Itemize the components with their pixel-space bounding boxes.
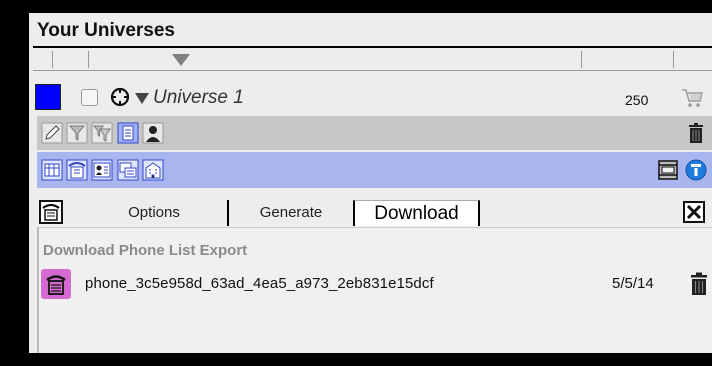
expand-caret-icon[interactable] [135,93,149,104]
universe-count: 250 [625,92,649,108]
tab-generate[interactable]: Generate [229,200,353,226]
person-icon[interactable] [142,122,164,144]
monitor-icon[interactable] [117,159,139,181]
phone-book-icon[interactable] [66,159,88,181]
tab-bar: Options Generate Download [37,197,712,227]
universe-checkbox[interactable] [81,89,98,106]
trash-icon[interactable] [688,272,710,296]
file-date: 5/5/14 [612,275,654,292]
column-cell [53,51,89,68]
column-cell [33,51,53,68]
crosshair-icon[interactable] [110,87,130,107]
film-icon[interactable] [657,159,679,181]
export-section-title: Download Phone List Export [43,242,248,259]
close-icon[interactable] [683,201,705,223]
tab-download[interactable]: Download [353,200,480,226]
export-toolbar [37,152,712,188]
phone-book-icon[interactable] [39,200,63,224]
title-divider [33,46,712,48]
download-pane: Download Phone List Export phone_3c5e958… [37,227,712,353]
universe-name[interactable]: Universe 1 [153,87,244,109]
universes-panel: Your Universes Universe 1 250 Options Ge… [29,13,712,353]
calendar-icon[interactable] [41,159,63,181]
sort-down-icon[interactable] [172,54,190,66]
column-header-strip [33,49,712,71]
address-card-icon[interactable] [91,159,113,181]
tab-options[interactable]: Options [81,200,229,226]
column-cell [582,51,674,68]
building-icon[interactable] [142,159,164,181]
universe-color-swatch[interactable] [35,84,61,110]
column-cell-main[interactable] [89,51,582,68]
filter-multi-icon[interactable] [91,122,113,144]
trash-icon[interactable] [685,122,707,144]
info-icon[interactable] [685,159,707,181]
universe-toolbar [37,116,712,150]
file-name-link[interactable]: phone_3c5e958d_63ad_4ea5_a973_2eb831e15d… [85,275,434,292]
panel-title: Your Universes [37,20,175,41]
universe-row[interactable]: Universe 1 250 [33,82,712,112]
phone-book-icon[interactable] [41,269,71,299]
cart-icon[interactable] [680,87,704,109]
pane-left-border [37,227,39,353]
filter-icon[interactable] [66,122,88,144]
file-row[interactable]: phone_3c5e958d_63ad_4ea5_a973_2eb831e15d… [41,269,712,299]
list-icon[interactable] [117,122,139,144]
pencil-icon[interactable] [41,122,63,144]
